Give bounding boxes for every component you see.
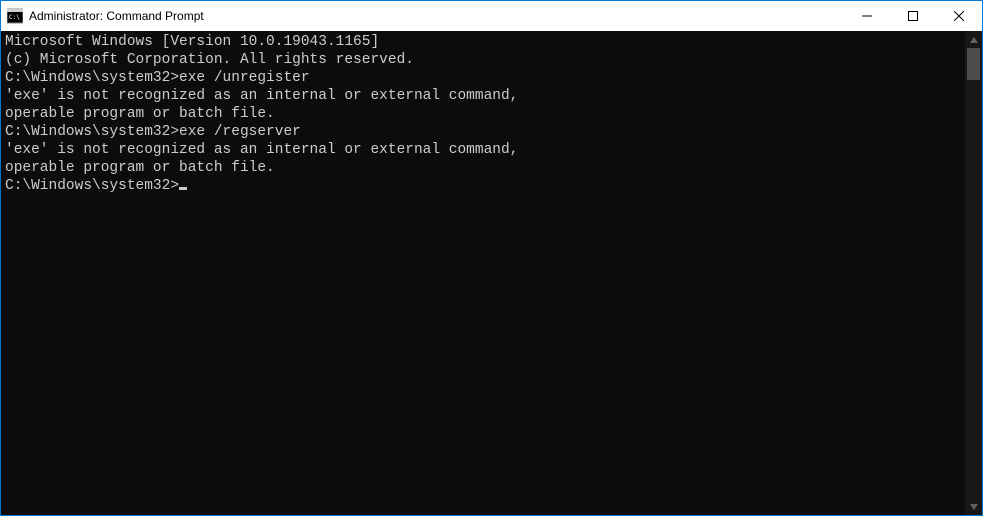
scroll-thumb[interactable] (967, 48, 980, 80)
vertical-scrollbar[interactable] (965, 31, 982, 515)
console-line: C:\Windows\system32>exe /regserver (5, 123, 965, 141)
console-line: (c) Microsoft Corporation. All rights re… (5, 51, 965, 69)
console-line: operable program or batch file. (5, 159, 965, 177)
minimize-button[interactable] (844, 1, 890, 31)
console-output[interactable]: Microsoft Windows [Version 10.0.19043.11… (1, 31, 965, 515)
svg-text:C:\: C:\ (9, 14, 20, 21)
console-line: 'exe' is not recognized as an internal o… (5, 87, 965, 105)
console-line: C:\Windows\system32>exe /unregister (5, 69, 965, 87)
scroll-track[interactable] (965, 48, 982, 498)
cursor (179, 187, 187, 190)
scroll-up-arrow[interactable] (965, 31, 982, 48)
console-prompt: C:\Windows\system32> (5, 178, 179, 194)
maximize-button[interactable] (890, 1, 936, 31)
scroll-down-arrow[interactable] (965, 498, 982, 515)
command-prompt-window: C:\ Administrator: Command Prompt Micros… (1, 1, 982, 515)
titlebar[interactable]: C:\ Administrator: Command Prompt (1, 1, 982, 31)
console-prompt-line[interactable]: C:\Windows\system32> (5, 177, 965, 195)
cmd-icon: C:\ (7, 8, 23, 24)
console-line: Microsoft Windows [Version 10.0.19043.11… (5, 33, 965, 51)
console-line: operable program or batch file. (5, 105, 965, 123)
console-area: Microsoft Windows [Version 10.0.19043.11… (1, 31, 982, 515)
window-controls (844, 1, 982, 31)
window-title: Administrator: Command Prompt (29, 9, 844, 23)
close-button[interactable] (936, 1, 982, 31)
console-line: 'exe' is not recognized as an internal o… (5, 141, 965, 159)
